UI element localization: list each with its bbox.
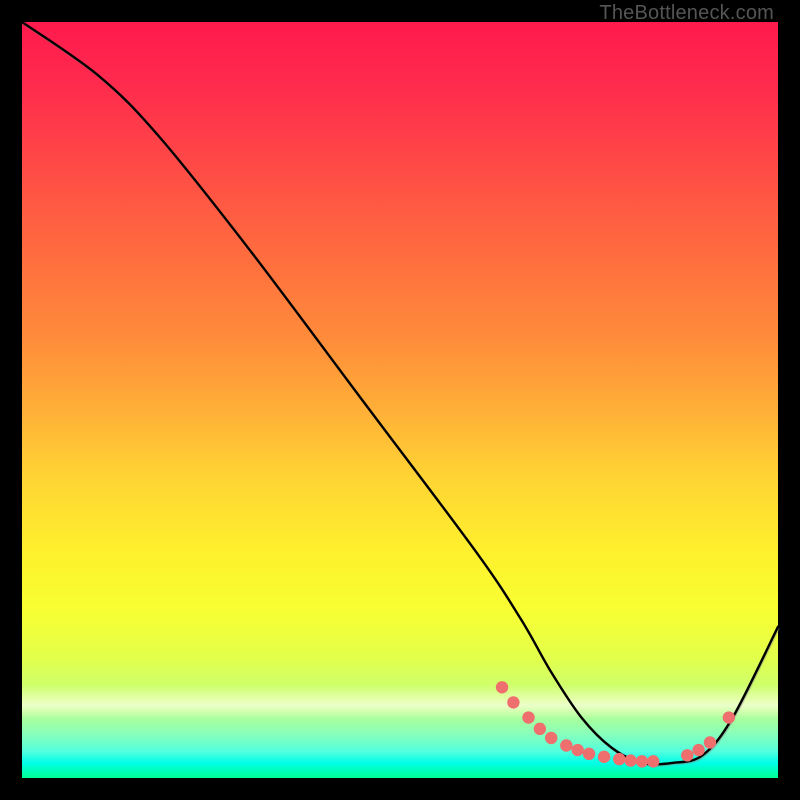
data-marker	[522, 711, 534, 723]
data-marker	[624, 754, 636, 766]
data-marker	[507, 696, 519, 708]
data-marker	[723, 711, 735, 723]
data-marker	[647, 755, 659, 767]
curve-line	[22, 22, 778, 764]
data-marker	[692, 744, 704, 756]
data-marker	[681, 749, 693, 761]
data-marker	[583, 748, 595, 760]
data-marker	[636, 755, 648, 767]
curve-shadow	[23, 23, 779, 765]
data-marker	[598, 751, 610, 763]
data-marker	[704, 736, 716, 748]
data-marker	[560, 739, 572, 751]
data-marker	[534, 723, 546, 735]
stage: TheBottleneck.com	[0, 0, 800, 800]
marker-layer	[496, 681, 735, 767]
data-marker	[545, 732, 557, 744]
curve-layer	[22, 22, 779, 766]
plot-area	[22, 22, 778, 778]
data-marker	[496, 681, 508, 693]
data-marker	[571, 744, 583, 756]
data-marker	[613, 753, 625, 765]
chart-svg	[22, 22, 778, 778]
